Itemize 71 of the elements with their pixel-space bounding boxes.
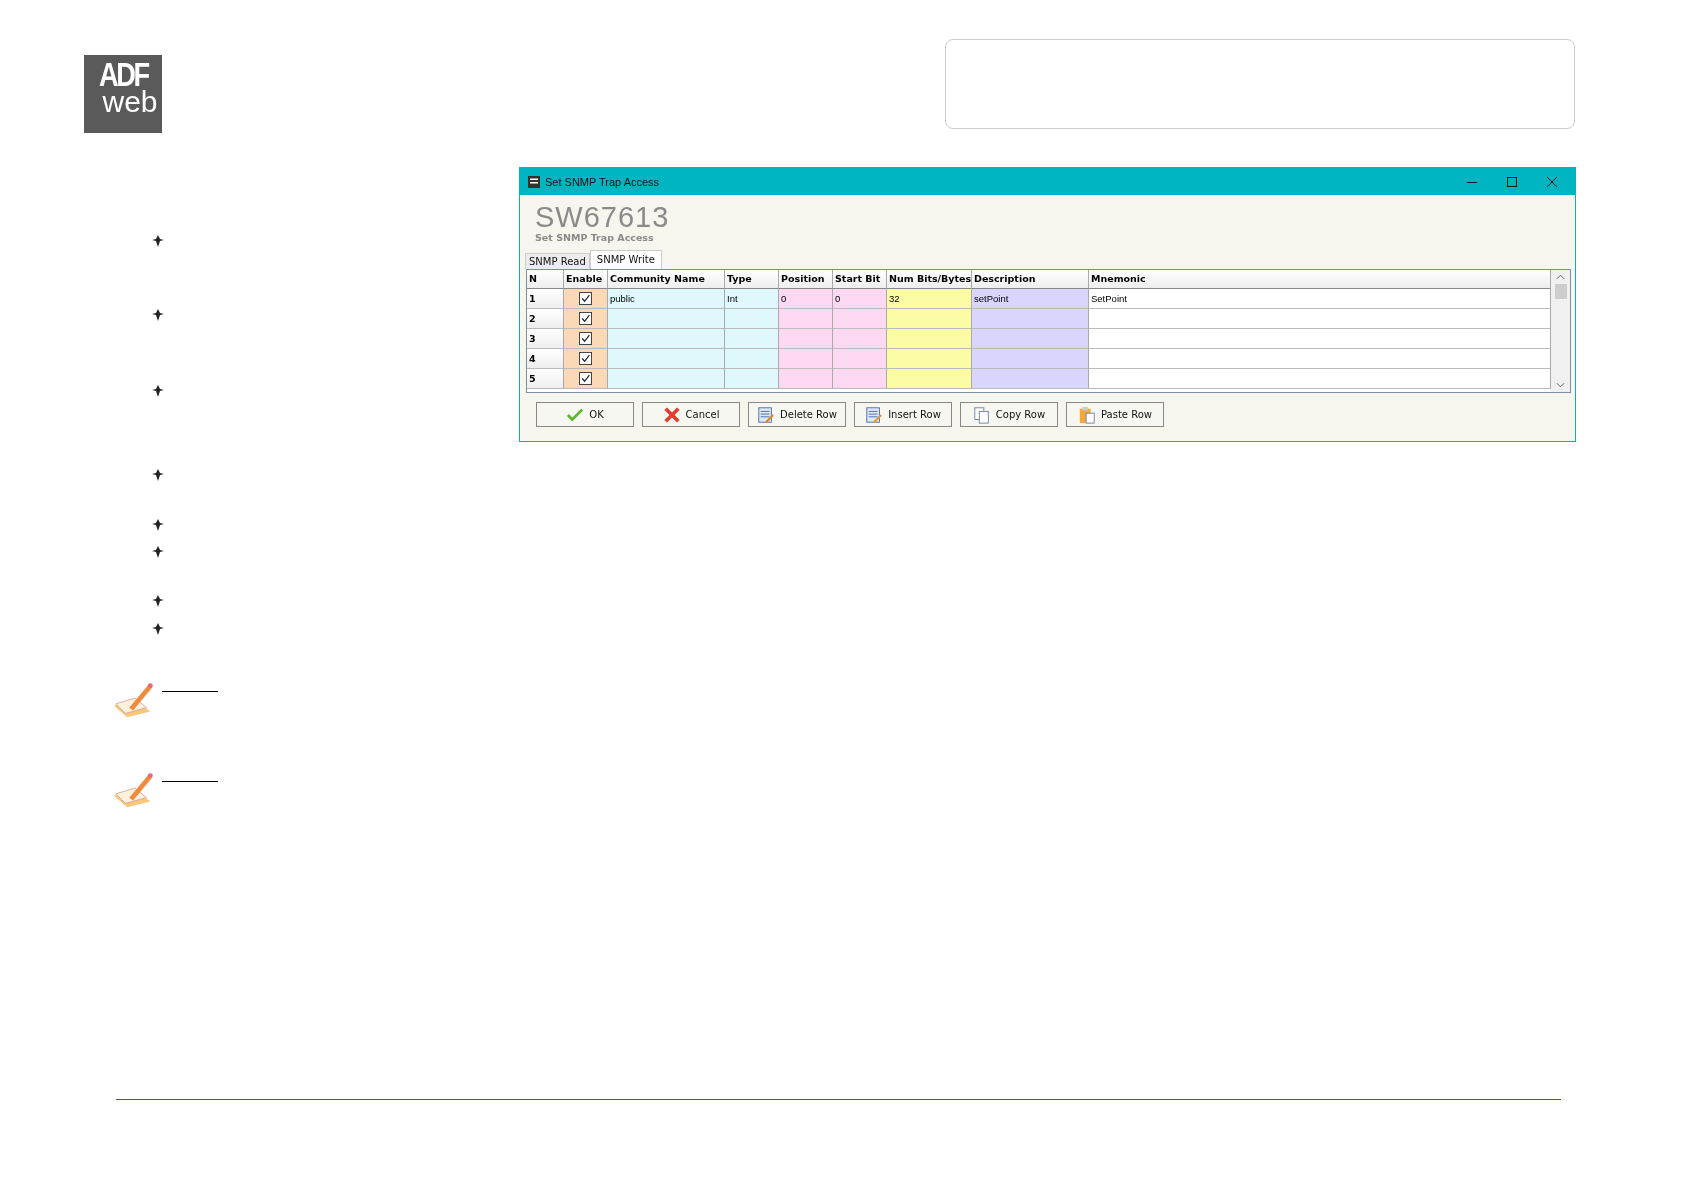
dialog-button[interactable]: OK bbox=[536, 402, 634, 427]
bullet-icon bbox=[152, 519, 164, 531]
table-cell: public bbox=[608, 289, 725, 309]
app-icon bbox=[528, 175, 540, 188]
scrollbar[interactable] bbox=[1551, 270, 1570, 392]
table-cell bbox=[833, 309, 887, 329]
bullet-icon bbox=[152, 469, 164, 481]
document-pencil-icon bbox=[757, 405, 776, 424]
window-title: Set SNMP Trap Access bbox=[545, 175, 660, 188]
column-header: Mnemonic bbox=[1089, 270, 1551, 289]
table-cell: 0 bbox=[779, 289, 833, 309]
underline bbox=[162, 780, 218, 782]
table-cell bbox=[725, 309, 779, 329]
table-cell: Int bbox=[725, 289, 779, 309]
table-cell bbox=[833, 349, 887, 369]
column-header: Start Bit bbox=[833, 270, 887, 289]
table-cell: SetPoint bbox=[1089, 289, 1551, 309]
column-header: Position bbox=[779, 270, 833, 289]
table-cell bbox=[833, 329, 887, 349]
product-code: SW67613 bbox=[535, 203, 671, 232]
dialog-button[interactable]: Delete Row bbox=[748, 402, 846, 427]
checkbox[interactable] bbox=[579, 292, 592, 305]
table-cell bbox=[779, 369, 833, 389]
maximize-icon[interactable] bbox=[1507, 176, 1517, 187]
dialog-button[interactable]: Paste Row bbox=[1066, 402, 1164, 427]
dialog-subtitle: Set SNMP Trap Access bbox=[535, 232, 655, 243]
checkbox[interactable] bbox=[579, 312, 592, 325]
table-cell bbox=[833, 369, 887, 389]
tab[interactable]: SNMP Read bbox=[525, 253, 590, 269]
row-number: 5 bbox=[527, 369, 564, 389]
checkbox[interactable] bbox=[579, 352, 592, 365]
table-cell: 0 bbox=[833, 289, 887, 309]
bullet-icon bbox=[152, 385, 164, 397]
documents-icon bbox=[972, 405, 991, 424]
scroll-up-icon[interactable] bbox=[1556, 274, 1565, 280]
underline bbox=[162, 690, 218, 692]
table-cell bbox=[779, 349, 833, 369]
tab[interactable]: SNMP Write bbox=[589, 250, 662, 269]
column-header: Description bbox=[972, 270, 1089, 289]
column-header: Type bbox=[725, 270, 779, 289]
document-pencil-icon bbox=[865, 405, 884, 424]
table-cell: setPoint bbox=[972, 289, 1089, 309]
column-header: Community Name bbox=[608, 270, 725, 289]
column-header: Num Bits/Bytes bbox=[887, 270, 972, 289]
row-number: 3 bbox=[527, 329, 564, 349]
clipboard-icon bbox=[1078, 405, 1096, 424]
cross-icon bbox=[662, 405, 681, 424]
column-header: Enable bbox=[564, 270, 608, 289]
row-number: 4 bbox=[527, 349, 564, 369]
dialog-button[interactable]: Cancel bbox=[642, 402, 740, 427]
table-cell bbox=[725, 349, 779, 369]
bullet-icon bbox=[152, 309, 164, 321]
dialog-button[interactable]: Insert Row bbox=[854, 402, 952, 427]
table-cell bbox=[725, 369, 779, 389]
table-cell bbox=[779, 329, 833, 349]
dialog-button[interactable]: Copy Row bbox=[960, 402, 1058, 427]
table-cell bbox=[725, 329, 779, 349]
bullet-icon bbox=[152, 623, 164, 635]
close-icon[interactable] bbox=[1547, 176, 1557, 187]
row-number: 1 bbox=[527, 289, 564, 309]
bullet-icon bbox=[152, 546, 164, 558]
bullet-icon bbox=[152, 595, 164, 607]
bullet-icon bbox=[152, 235, 164, 247]
row-number: 2 bbox=[527, 309, 564, 329]
table-cell: 32 bbox=[887, 289, 972, 309]
column-header: N bbox=[527, 270, 564, 289]
scroll-down-icon[interactable] bbox=[1556, 382, 1565, 388]
scrollbar-thumb[interactable] bbox=[1554, 284, 1567, 299]
table-cell bbox=[779, 309, 833, 329]
checkbox[interactable] bbox=[579, 372, 592, 385]
checkbox[interactable] bbox=[579, 332, 592, 345]
